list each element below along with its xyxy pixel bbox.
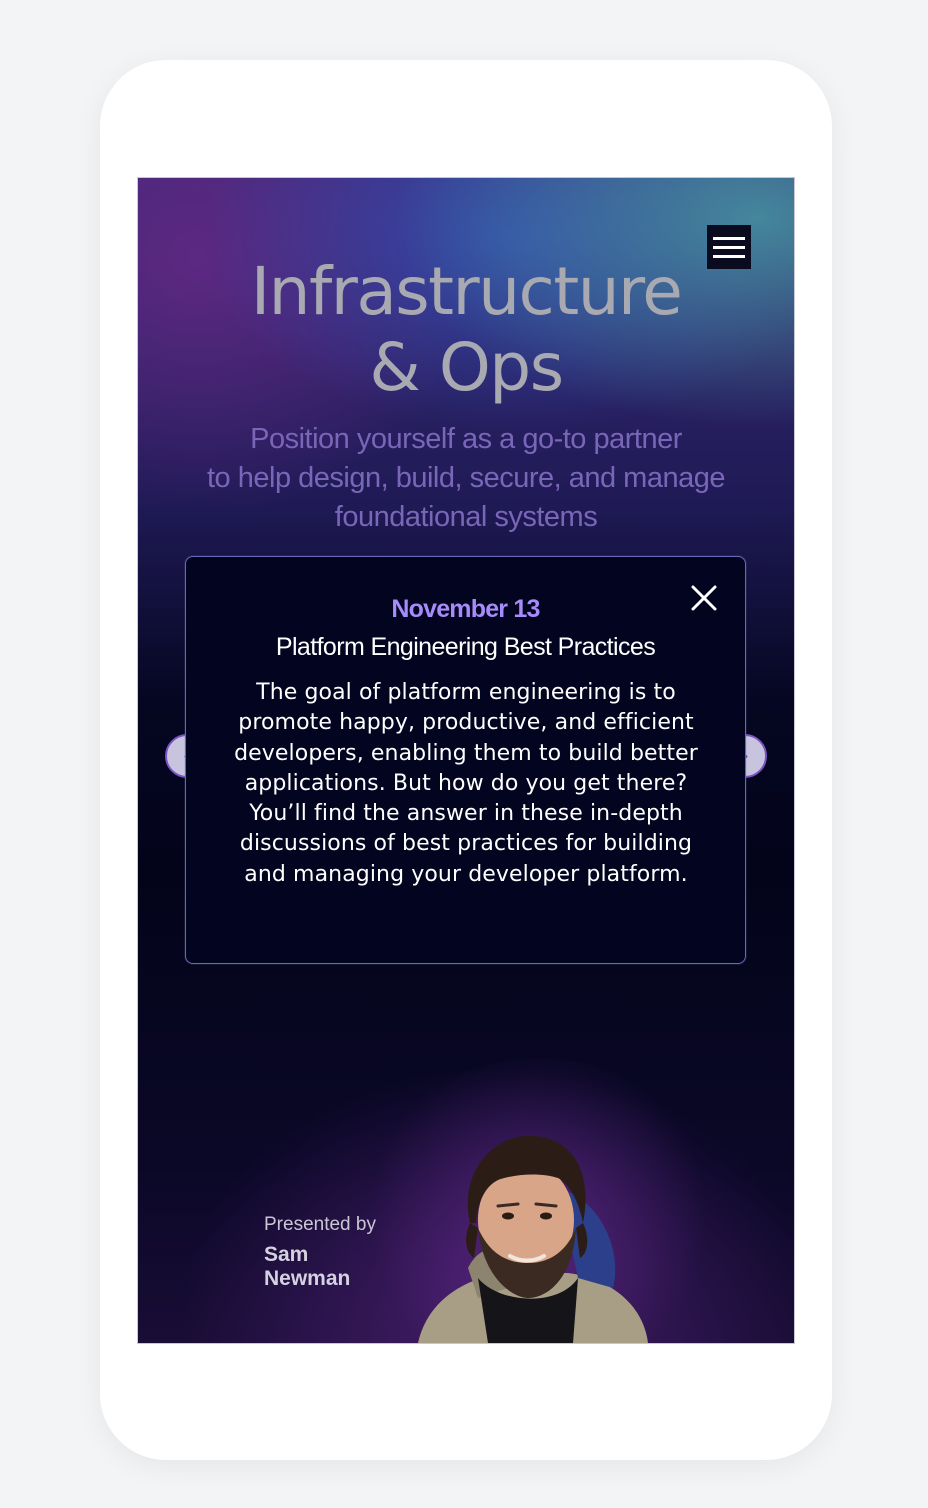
hero-title: Infrastructure & Ops bbox=[138, 254, 794, 406]
presenter-first-name: Sam bbox=[264, 1243, 309, 1266]
hero-subtitle-line-1: Position yourself as a go-to partner bbox=[250, 423, 682, 455]
presenter-photo bbox=[418, 1135, 648, 1343]
hero-subtitle: Position yourself as a go-to partner to h… bbox=[168, 420, 764, 537]
presented-by-label: Presented by bbox=[264, 1214, 376, 1235]
session-description: The goal of platform engineering is to p… bbox=[234, 680, 698, 887]
session-date: November 13 bbox=[391, 595, 540, 623]
hamburger-menu-icon-bar bbox=[713, 236, 745, 240]
hamburger-menu-icon-bar bbox=[713, 245, 745, 249]
session-details-modal: November 13 Platform Engineering Best Pr… bbox=[185, 556, 746, 964]
hero-subtitle-line-2: to help design, build, secure, and manag… bbox=[207, 462, 725, 494]
mobile-screen: Infrastructure & Ops Position yourself as… bbox=[137, 177, 795, 1344]
hero-subtitle-line-3: foundational systems bbox=[334, 501, 598, 533]
hero-title-line-2: & Ops bbox=[369, 329, 564, 406]
presenter-last-name: Newman bbox=[264, 1267, 351, 1290]
hero-title-line-1: Infrastructure bbox=[250, 253, 683, 330]
presenter-name: Sam Newman bbox=[264, 1243, 404, 1291]
session-title: Platform Engineering Best Practices bbox=[275, 633, 656, 661]
